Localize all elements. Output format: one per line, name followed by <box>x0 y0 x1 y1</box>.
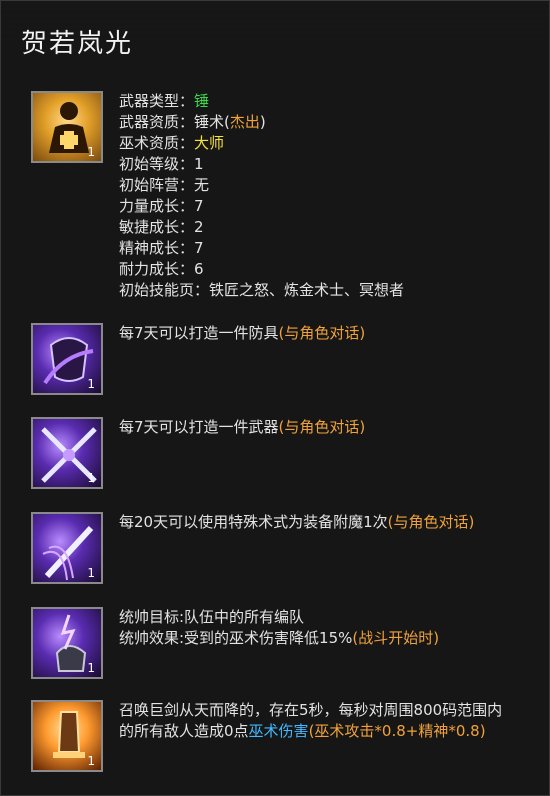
hero-plus-icon: 1 <box>31 91 103 163</box>
skill-row-weapon: 1 每7天可以打造一件武器(与角色对话) <box>31 417 519 489</box>
attr-strength-growth: 力量成长：7 <box>119 197 204 215</box>
giant-sword-icon: 1 <box>31 700 103 772</box>
skill-row-armor: 1 每7天可以打造一件防具(与角色对话) <box>31 323 519 395</box>
hero-icon-count: 1 <box>87 145 95 159</box>
skill-count: 1 <box>87 377 95 391</box>
hero-info-panel: 贺若岚光 1 武器类型：锤 武器资质：锤术(杰出) 巫术资质：大师 初始等级：1 <box>0 0 550 796</box>
attr-sorcery-aptitude: 巫术资质：大师 <box>119 134 225 152</box>
skill-count: 1 <box>87 661 95 675</box>
skill-row-enchant: 1 每20天可以使用特殊术式为装备附魔1次(与角色对话) <box>31 512 519 584</box>
lightning-helmet-icon: 1 <box>31 607 103 679</box>
attr-weapon-aptitude: 武器资质：锤术(杰出) <box>119 113 266 131</box>
attr-initial-skill-pages: 初始技能页：铁匠之怒、炼金术士、冥想者 <box>119 281 405 299</box>
attr-weapon-type: 武器类型：锤 <box>119 92 210 110</box>
skill-desc-giant-sword: 召唤巨剑从天而降的，存在5秒，每秒对周围800码范围内的所有敌人造成0点巫术伤害… <box>119 701 503 740</box>
skill-desc-weapon: 每7天可以打造一件武器(与角色对话) <box>119 418 366 436</box>
skill-desc-armor: 每7天可以打造一件防具(与角色对话) <box>119 324 366 342</box>
skill-count: 1 <box>87 754 95 768</box>
crossed-swords-icon: 1 <box>31 417 103 489</box>
skill-row-command: 1 统帅目标:队伍中的所有编队 统帅效果:受到的巫术伤害降低15%(战斗开始时) <box>31 607 519 679</box>
hero-attributes: 武器类型：锤 武器资质：锤术(杰出) 巫术资质：大师 初始等级：1 初始阵营：无… <box>119 91 517 301</box>
attr-spirit-growth: 精神成长：7 <box>119 239 204 257</box>
armor-anvil-icon: 1 <box>31 323 103 395</box>
attr-agility-growth: 敏捷成长：2 <box>119 218 204 236</box>
skill-desc-command: 统帅目标:队伍中的所有编队 统帅效果:受到的巫术伤害降低15%(战斗开始时) <box>119 608 440 647</box>
skill-row-giant-sword: 1 召唤巨剑从天而降的，存在5秒，每秒对周围800码范围内的所有敌人造成0点巫术… <box>31 700 519 772</box>
enchant-sword-icon: 1 <box>31 512 103 584</box>
skill-desc-enchant: 每20天可以使用特殊术式为装备附魔1次(与角色对话) <box>119 513 475 531</box>
attr-stamina-growth: 耐力成长：6 <box>119 260 204 278</box>
skill-count: 1 <box>87 566 95 580</box>
hero-summary: 1 武器类型：锤 武器资质：锤术(杰出) 巫术资质：大师 初始等级：1 初始阵营… <box>31 91 519 301</box>
attr-initial-faction: 初始阵营：无 <box>119 176 210 194</box>
attr-initial-level: 初始等级：1 <box>119 155 204 173</box>
skill-count: 1 <box>87 471 95 485</box>
hero-name-title: 贺若岚光 <box>21 29 134 59</box>
